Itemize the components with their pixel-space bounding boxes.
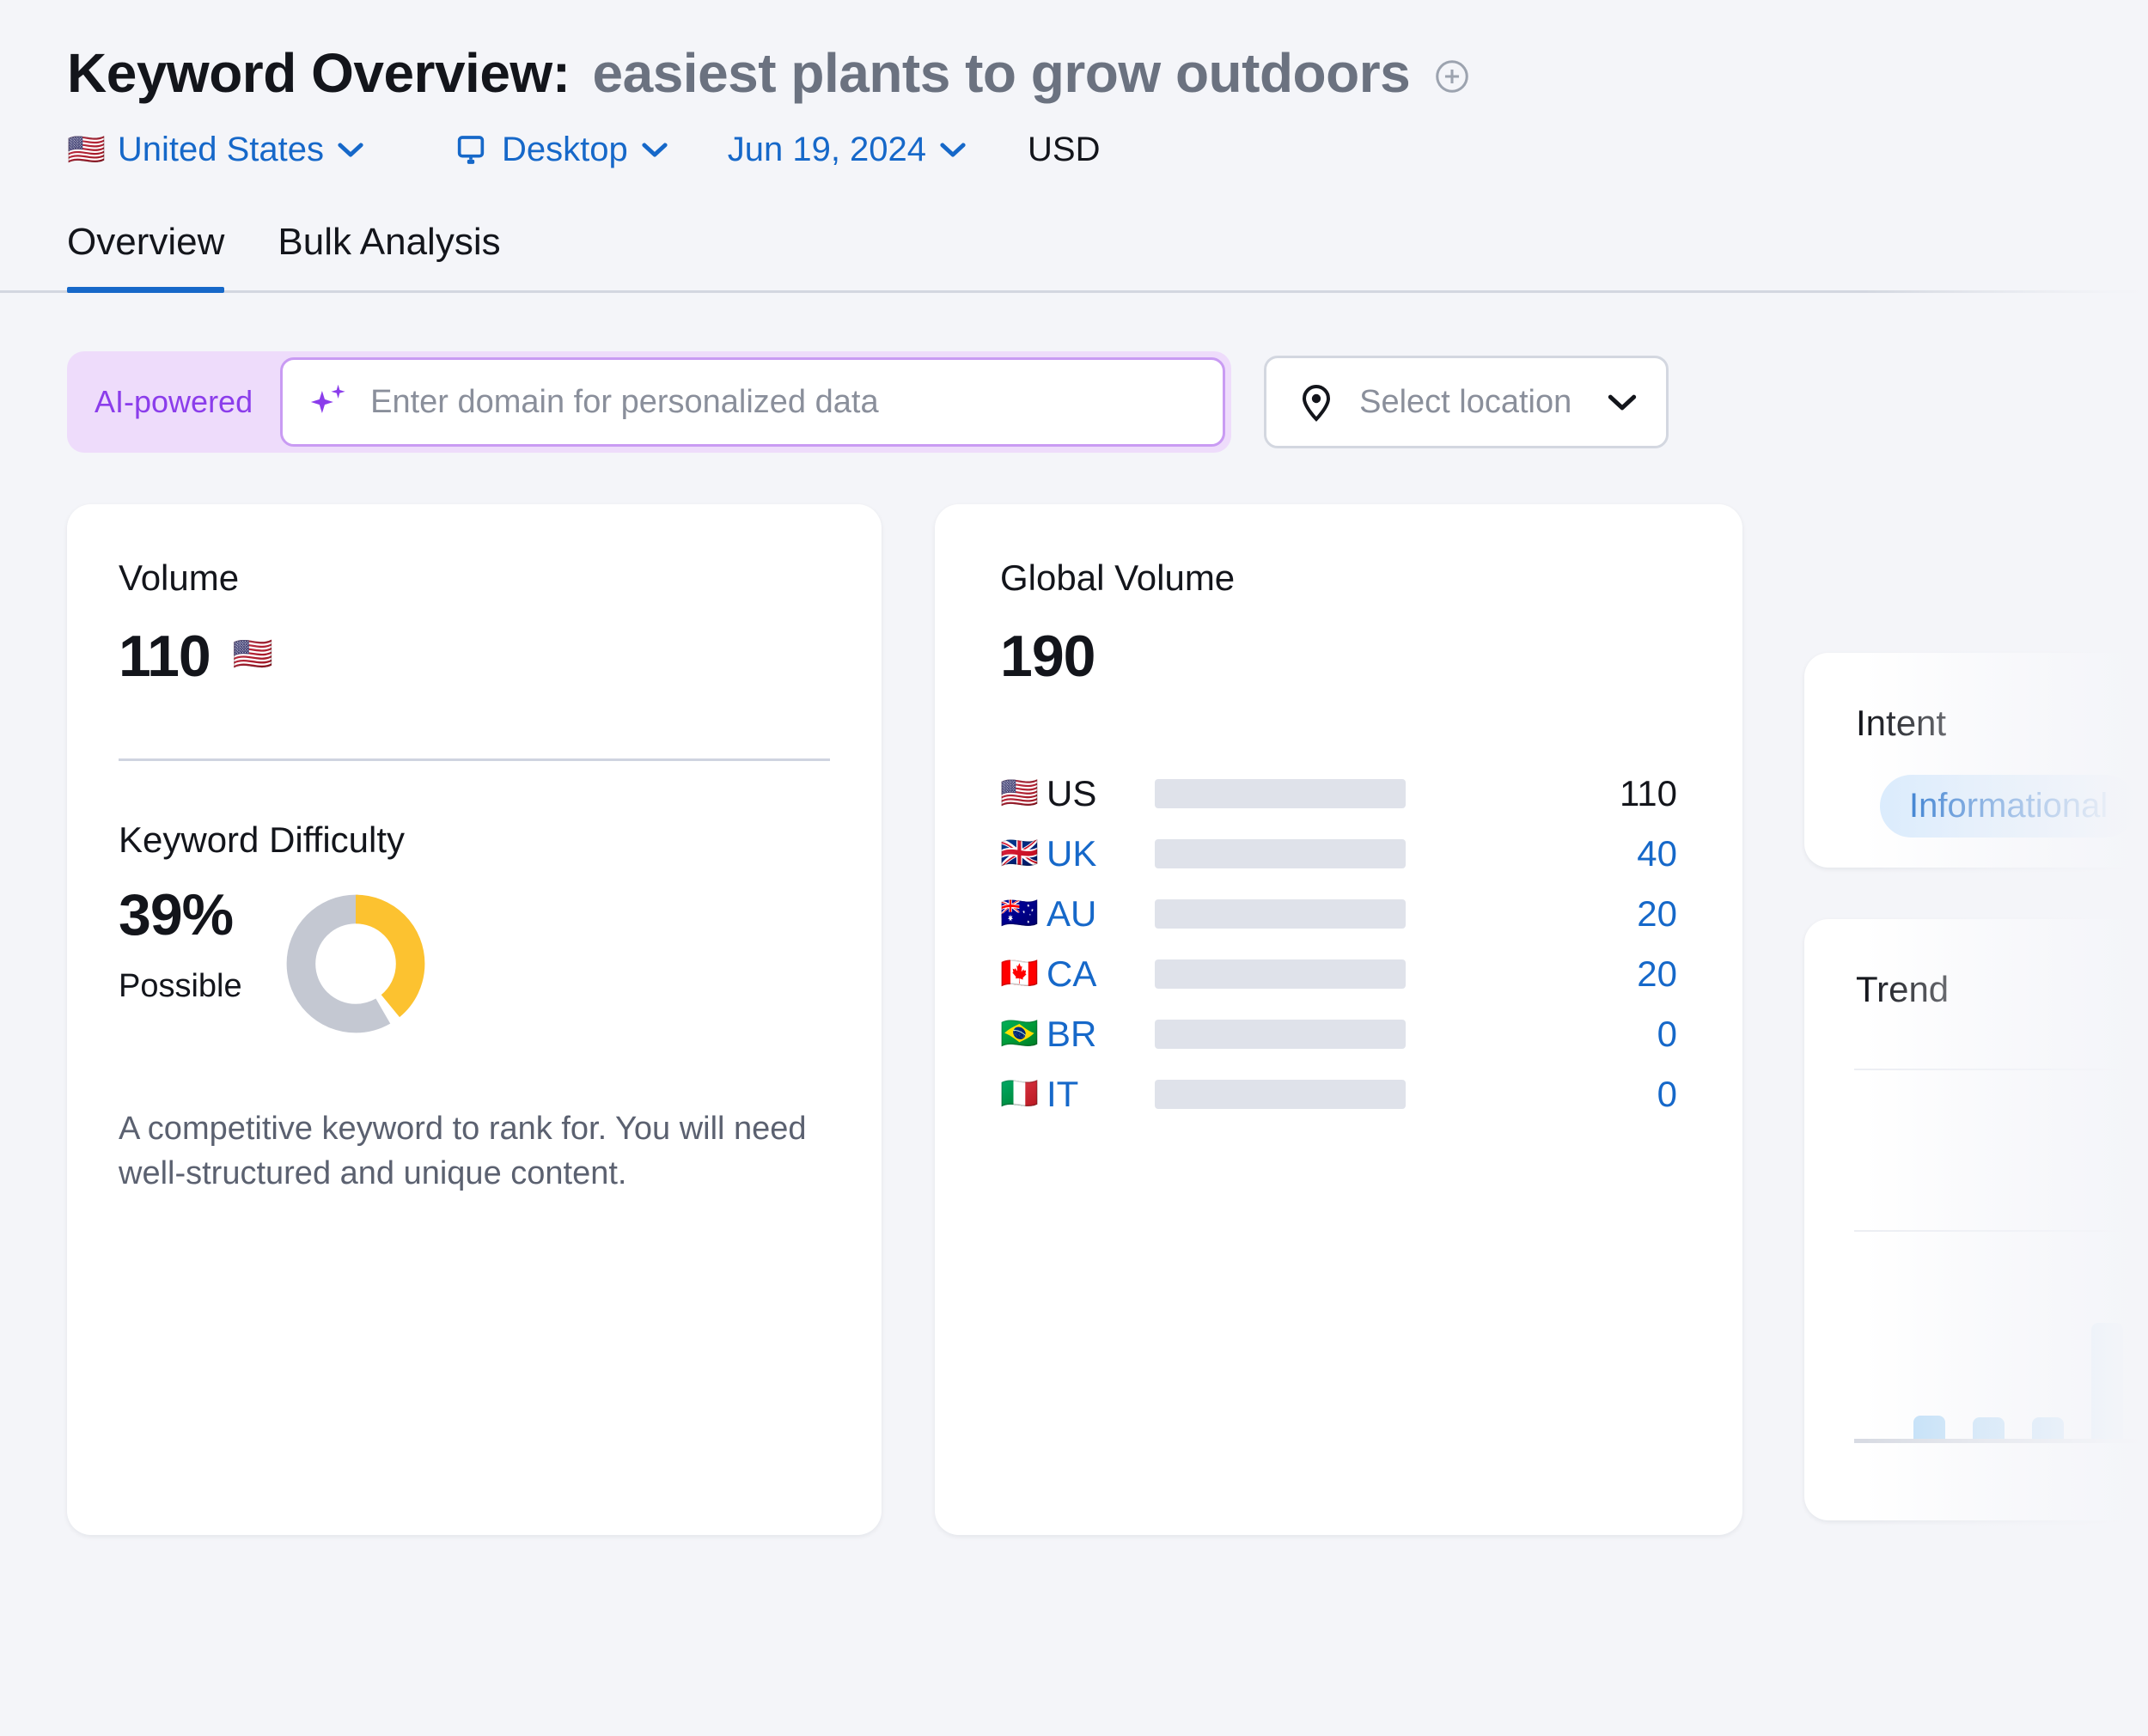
keyword-difficulty-donut-chart (284, 892, 428, 1040)
us-flag-icon: 🇺🇸 (67, 131, 106, 168)
device-selector-label: Desktop (501, 131, 628, 168)
trend-card-title: Trend (1856, 969, 1950, 1009)
page-title-label: Keyword Overview: (67, 42, 571, 104)
keyword-difficulty-status: Possible (119, 968, 242, 1005)
us-flag-icon: 🇺🇸 (1000, 776, 1039, 811)
table-row[interactable]: 🇺🇸 US 110 (1000, 764, 1677, 824)
trend-bar (1913, 1416, 1945, 1440)
country-volume-bar (1155, 959, 1406, 989)
keyword-difficulty-description: A competitive keyword to rank for. You w… (119, 1111, 807, 1191)
desktop-monitor-icon (454, 133, 488, 168)
country-volume-bar (1155, 839, 1406, 868)
volume-card-divider (119, 758, 830, 761)
chevron-down-icon (338, 142, 363, 158)
country-volume-value: 110 (1620, 773, 1677, 813)
table-row[interactable]: 🇮🇹 IT 0 (1000, 1064, 1677, 1124)
country-volume-bar (1155, 1020, 1406, 1049)
volume-value-row: 110 🇺🇸 (119, 623, 830, 690)
trend-chart (1804, 1069, 2148, 1481)
trend-bar (1973, 1417, 2005, 1440)
country-volume-value: 20 (1637, 893, 1677, 934)
intent-card: Intent Informational (1804, 653, 2148, 868)
table-row[interactable]: 🇬🇧 UK 40 (1000, 824, 1677, 884)
us-flag-icon: 🇺🇸 (232, 634, 273, 673)
chevron-down-icon (642, 142, 668, 158)
keyword-difficulty-title: Keyword Difficulty (119, 819, 406, 860)
trend-bars (1854, 1182, 2148, 1440)
global-volume-value: 190 (1000, 624, 1095, 689)
trend-bar (2091, 1323, 2123, 1440)
plus-circle-icon[interactable] (1432, 57, 1472, 96)
keyword-difficulty-body: 39% Possible (119, 882, 830, 1040)
date-selector-label: Jun 19, 2024 (727, 131, 927, 168)
country-volume-bar (1155, 1080, 1406, 1109)
trend-card: Trend (1804, 919, 2148, 1520)
domain-input-wrapper[interactable]: Enter domain for personalized data (280, 357, 1226, 447)
country-selector[interactable]: 🇺🇸 United States (67, 131, 363, 169)
it-flag-icon: 🇮🇹 (1000, 1076, 1039, 1112)
country-volume-list: 🇺🇸 US 110 🇬🇧 UK 40 🇦🇺 AU 20 🇨🇦 CA 20 🇧🇷 … (1000, 764, 1677, 1124)
country-code-label[interactable]: CA (1047, 953, 1155, 995)
table-row[interactable]: 🇨🇦 CA 20 (1000, 944, 1677, 1004)
tab-bar: Overview Bulk Analysis (0, 221, 2148, 293)
country-code-label[interactable]: AU (1047, 893, 1155, 935)
tab-bulk-analysis[interactable]: Bulk Analysis (278, 221, 500, 293)
country-volume-value: 0 (1657, 1014, 1677, 1054)
country-volume-value: 40 (1637, 833, 1677, 874)
date-selector[interactable]: Jun 19, 2024 (728, 131, 966, 169)
global-volume-card-title: Global Volume (1000, 557, 1236, 598)
intent-card-title: Intent (1856, 703, 1947, 743)
page-title-keyword: easiest plants to grow outdoors (592, 42, 1411, 104)
country-code-label[interactable]: UK (1047, 833, 1155, 874)
sparkles-icon (307, 380, 351, 424)
volume-card-title: Volume (119, 557, 240, 598)
chevron-down-icon (940, 142, 966, 158)
country-selector-label: United States (117, 131, 324, 168)
ai-powered-badge: AI-powered (95, 384, 253, 419)
trend-axis-line (1854, 1439, 2148, 1443)
status-badge: Informational (1880, 775, 2138, 838)
country-volume-value: 20 (1637, 953, 1677, 994)
location-selector[interactable]: Select location (1264, 356, 1669, 448)
map-pin-icon (1296, 381, 1337, 423)
ai-domain-group: AI-powered Enter domain for personalized… (67, 351, 1232, 453)
location-selector-label: Select location (1359, 383, 1572, 420)
country-volume-value: 0 (1657, 1074, 1677, 1114)
header-meta-row: 🇺🇸 United States Desktop Jun 19, 2024 US… (67, 131, 2148, 169)
keyword-difficulty-percent: 39% (119, 882, 234, 947)
country-code-label[interactable]: BR (1047, 1014, 1155, 1055)
trend-gridline (1854, 1069, 2148, 1070)
global-volume-card: Global Volume 190 🇺🇸 US 110 🇬🇧 UK 40 🇦🇺 … (935, 504, 1742, 1535)
trend-bar (2032, 1417, 2064, 1440)
table-row[interactable]: 🇦🇺 AU 20 (1000, 884, 1677, 944)
tab-overview[interactable]: Overview (67, 221, 225, 293)
br-flag-icon: 🇧🇷 (1000, 1016, 1039, 1051)
country-code-label[interactable]: IT (1047, 1074, 1155, 1115)
currency-label: USD (1028, 131, 1101, 168)
device-selector[interactable]: Desktop (454, 131, 668, 169)
uk-flag-icon: 🇬🇧 (1000, 836, 1039, 871)
domain-input[interactable]: Enter domain for personalized data (370, 384, 878, 421)
volume-value: 110 (119, 624, 211, 689)
ca-flag-icon: 🇨🇦 (1000, 956, 1039, 991)
au-flag-icon: 🇦🇺 (1000, 896, 1039, 931)
page-title: Keyword Overview: easiest plants to grow… (67, 41, 2148, 105)
country-code-label: US (1047, 773, 1097, 813)
table-row[interactable]: 🇧🇷 BR 0 (1000, 1004, 1677, 1064)
page-header: Keyword Overview: easiest plants to grow… (0, 0, 2148, 169)
controls-row: AI-powered Enter domain for personalized… (0, 351, 2148, 453)
volume-card: Volume 110 🇺🇸 Keyword Difficulty 39% Pos… (67, 504, 882, 1535)
country-volume-bar (1155, 899, 1406, 929)
side-cards-column: Intent Informational Trend (1804, 653, 2148, 1520)
chevron-down-icon (1608, 393, 1637, 411)
country-volume-bar (1155, 779, 1406, 808)
